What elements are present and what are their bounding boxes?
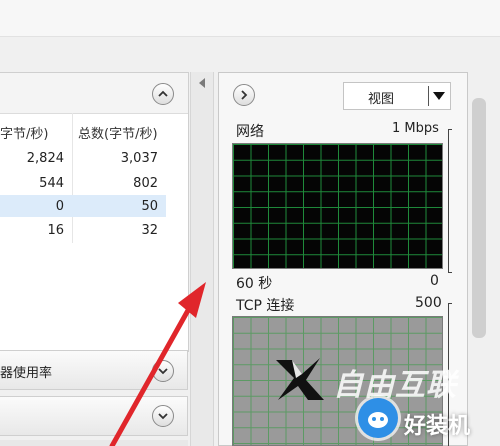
- watermark-brand-2: 好装机: [404, 414, 471, 439]
- watermark-logo-icon: [276, 358, 324, 400]
- assistant-icon: [368, 412, 388, 428]
- watermark-circle: [358, 398, 398, 438]
